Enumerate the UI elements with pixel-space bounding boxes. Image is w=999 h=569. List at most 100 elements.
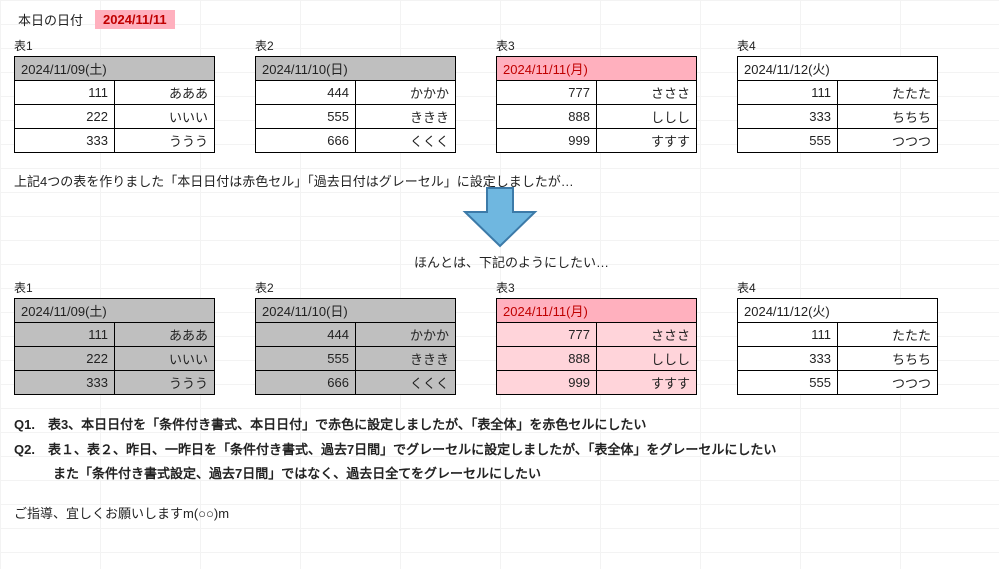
cell-text: ううう [115, 371, 215, 395]
table-row: 333ちちち [738, 105, 938, 129]
table-row: 333ちちち [738, 347, 938, 371]
cell-text: いいい [115, 347, 215, 371]
table-caption: 表3 [496, 35, 697, 56]
table-caption: 表4 [737, 35, 938, 56]
table-caption: 表1 [14, 277, 215, 298]
lower-table-2: 表22024/11/10(日)444かかか555ききき666くくく [255, 277, 456, 395]
cell-number: 444 [256, 81, 356, 105]
cell-text: たたた [838, 323, 938, 347]
qa-q2-line1: Q2. 表１、表２、昨日、一昨日を「条件付き書式、過去7日間」でグレーセルに設定… [14, 442, 776, 457]
table-row: 888ししし [497, 105, 697, 129]
table-row: 666くくく [256, 129, 456, 153]
cell-text: ちちち [838, 347, 938, 371]
cell-text: つつつ [838, 371, 938, 395]
cell-number: 111 [738, 323, 838, 347]
table-row: 999すすす [497, 129, 697, 153]
table-row: 333ううう [15, 371, 215, 395]
cell-text: ししし [597, 347, 697, 371]
table-row: 666くくく [256, 371, 456, 395]
cell-number: 555 [256, 105, 356, 129]
table-date-header: 2024/11/12(火) [738, 57, 938, 81]
table-caption: 表1 [14, 35, 215, 56]
table-row: 111たたた [738, 323, 938, 347]
cell-text: くくく [356, 129, 456, 153]
table-row: 777さささ [497, 323, 697, 347]
table-row: 111あああ [15, 81, 215, 105]
cell-text: すすす [597, 371, 697, 395]
cell-text: ううう [115, 129, 215, 153]
cell-text: すすす [597, 129, 697, 153]
table-row: 777さささ [497, 81, 697, 105]
today-value: 2024/11/11 [95, 10, 175, 29]
cell-text: あああ [115, 81, 215, 105]
table-row: 444かかか [256, 323, 456, 347]
cell-number: 888 [497, 347, 597, 371]
upper-table-1: 表12024/11/09(土)111あああ222いいい333ううう [14, 35, 215, 153]
cell-text: ちちち [838, 105, 938, 129]
table-row: 222いいい [15, 105, 215, 129]
table-row: 111たたた [738, 81, 938, 105]
table-row: 222いいい [15, 347, 215, 371]
cell-number: 999 [497, 129, 597, 153]
table-date-header: 2024/11/10(日) [256, 299, 456, 323]
table-date-header: 2024/11/12(火) [738, 299, 938, 323]
lower-table-1: 表12024/11/09(土)111あああ222いいい333ううう [14, 277, 215, 395]
upper-tables: 表12024/11/09(土)111あああ222いいい333ううう表22024/… [14, 35, 985, 153]
table-date-header: 2024/11/10(日) [256, 57, 456, 81]
cell-number: 111 [15, 81, 115, 105]
cell-number: 555 [738, 129, 838, 153]
note-2: ほんとは、下記のようにしたい… [414, 252, 985, 271]
qa-q2-line2: また「条件付き書式設定、過去7日間」ではなく、過去日全てをグレーセルにしたい [14, 466, 541, 481]
table-date-header: 2024/11/09(土) [15, 57, 215, 81]
upper-table-4: 表42024/11/12(火)111たたた333ちちち555つつつ [737, 35, 938, 153]
cell-number: 222 [15, 347, 115, 371]
cell-number: 111 [15, 323, 115, 347]
today-label: 本日の日付 [14, 8, 87, 31]
cell-text: いいい [115, 105, 215, 129]
cell-number: 222 [15, 105, 115, 129]
cell-text: ききき [356, 347, 456, 371]
cell-text: ししし [597, 105, 697, 129]
table-row: 555つつつ [738, 371, 938, 395]
cell-text: かかか [356, 323, 456, 347]
lower-table-3: 表32024/11/11(月)777さささ888ししし999すすす [496, 277, 697, 395]
cell-number: 555 [738, 371, 838, 395]
cell-number: 777 [497, 81, 597, 105]
cell-number: 666 [256, 129, 356, 153]
table-caption: 表3 [496, 277, 697, 298]
table-row: 333ううう [15, 129, 215, 153]
table-caption: 表2 [255, 35, 456, 56]
cell-number: 555 [256, 347, 356, 371]
cell-number: 333 [738, 105, 838, 129]
cell-number: 444 [256, 323, 356, 347]
qa-q1: Q1. 表3、本日日付を「条件付き書式、本日日付」で赤色に設定しましたが、「表全… [14, 417, 646, 432]
footer-text: ご指導、宜しくお願いしますm(○○)m [14, 503, 985, 522]
cell-text: くくく [356, 371, 456, 395]
cell-text: たたた [838, 81, 938, 105]
upper-table-2: 表22024/11/10(日)444かかか555ききき666くくく [255, 35, 456, 153]
cell-number: 333 [15, 129, 115, 153]
table-row: 888ししし [497, 347, 697, 371]
table-row: 444かかか [256, 81, 456, 105]
cell-text: かかか [356, 81, 456, 105]
table-row: 999すすす [497, 371, 697, 395]
table-date-header: 2024/11/11(月) [497, 57, 697, 81]
upper-table-3: 表32024/11/11(月)777さささ888ししし999すすす [496, 35, 697, 153]
cell-number: 333 [738, 347, 838, 371]
table-date-header: 2024/11/11(月) [497, 299, 697, 323]
cell-number: 777 [497, 323, 597, 347]
cell-number: 888 [497, 105, 597, 129]
cell-number: 666 [256, 371, 356, 395]
table-row: 555つつつ [738, 129, 938, 153]
table-row: 111あああ [15, 323, 215, 347]
table-row: 555ききき [256, 347, 456, 371]
cell-text: さささ [597, 323, 697, 347]
table-caption: 表4 [737, 277, 938, 298]
table-caption: 表2 [255, 277, 456, 298]
cell-text: あああ [115, 323, 215, 347]
cell-text: ききき [356, 105, 456, 129]
table-row: 555ききき [256, 105, 456, 129]
lower-tables: 表12024/11/09(土)111あああ222いいい333ううう表22024/… [14, 277, 985, 395]
lower-table-4: 表42024/11/12(火)111たたた333ちちち555つつつ [737, 277, 938, 395]
cell-number: 111 [738, 81, 838, 105]
